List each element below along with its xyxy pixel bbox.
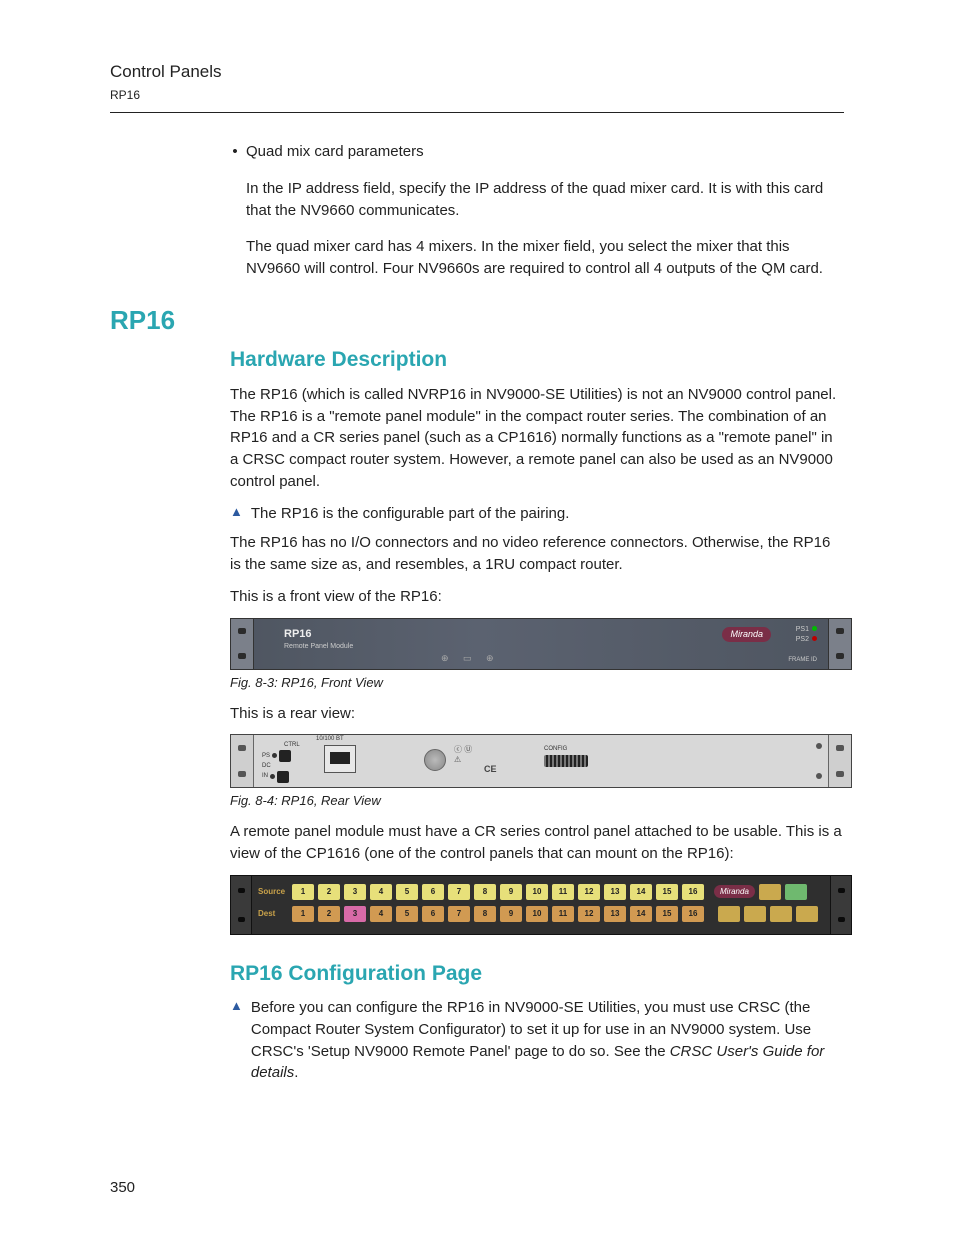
cp-dest-button: 7 bbox=[448, 906, 470, 922]
fan-icon bbox=[424, 749, 446, 771]
cp-aux-btn bbox=[785, 884, 807, 900]
header-sub: RP16 bbox=[110, 87, 844, 104]
cp-source-button: 7 bbox=[448, 884, 470, 900]
cp-dest-button: 2 bbox=[318, 906, 340, 922]
cp-dest-button: 5 bbox=[396, 906, 418, 922]
cp-source-button: 2 bbox=[318, 884, 340, 900]
front-device-sub: Remote Panel Module bbox=[284, 642, 353, 652]
cp-aux-btn bbox=[718, 906, 740, 922]
page-number: 350 bbox=[110, 1177, 135, 1199]
front-frameid: FRAME ID bbox=[788, 656, 817, 665]
cp-source-button: 8 bbox=[474, 884, 496, 900]
front-device-label: RP16 bbox=[284, 627, 353, 643]
ce-mark: CE bbox=[484, 763, 497, 776]
cp-source-button: 15 bbox=[656, 884, 678, 900]
cp-dest-button: 6 bbox=[422, 906, 444, 922]
rack-ear-left bbox=[231, 619, 254, 669]
front-leds: PS1 PS2 bbox=[796, 625, 817, 645]
triangle-icon: ▲ bbox=[230, 503, 243, 525]
cp-dest-button: 1 bbox=[292, 906, 314, 922]
fig1-caption: Fig. 8-3: RP16, Front View bbox=[230, 674, 844, 693]
intro-p2: The quad mixer card has 4 mixers. In the… bbox=[246, 236, 844, 280]
rear-ear-right bbox=[828, 735, 851, 787]
cp-dest-button: 16 bbox=[682, 906, 704, 922]
cp-dest-button: 11 bbox=[552, 906, 574, 922]
cp-source-button: 11 bbox=[552, 884, 574, 900]
fig-rp16-front: RP16 Remote Panel Module ⊕ ▭ ⊕ Miranda P… bbox=[230, 618, 844, 670]
hw-p3: This is a front view of the RP16: bbox=[230, 586, 844, 608]
cp-source-button: 3 bbox=[344, 884, 366, 900]
section-title: RP16 bbox=[110, 302, 844, 340]
fig2-caption: Fig. 8-4: RP16, Rear View bbox=[230, 792, 844, 811]
cp-source-button: 6 bbox=[422, 884, 444, 900]
note-1: ▲ The RP16 is the configurable part of t… bbox=[230, 503, 844, 525]
brand-badge: Miranda bbox=[722, 627, 771, 642]
hw-heading: Hardware Description bbox=[230, 345, 844, 375]
hw-p4: This is a rear view: bbox=[230, 703, 844, 725]
cp-dest-button: 3 bbox=[344, 906, 366, 922]
note-1-text: The RP16 is the configurable part of the… bbox=[251, 503, 570, 525]
cp-aux-btn bbox=[744, 906, 766, 922]
cp-source-button: 1 bbox=[292, 884, 314, 900]
cp-brand: Miranda bbox=[714, 885, 755, 899]
front-center-icons: ⊕ ▭ ⊕ bbox=[441, 652, 500, 665]
bullet-dot-icon: • bbox=[230, 141, 240, 163]
hw-p2: The RP16 has no I/O connectors and no vi… bbox=[230, 532, 844, 576]
config-port: CONFIG bbox=[544, 745, 588, 767]
cp-dest-button: 9 bbox=[500, 906, 522, 922]
rack-ear-right bbox=[828, 619, 851, 669]
bullet-text: Quad mix card parameters bbox=[246, 141, 424, 163]
cfg-note: ▲ Before you can configure the RP16 in N… bbox=[230, 997, 844, 1084]
cp-dest-label: Dest bbox=[258, 908, 288, 920]
cp-dest-button: 12 bbox=[578, 906, 600, 922]
cp-dest-button: 13 bbox=[604, 906, 626, 922]
cp-source-row: Source 12345678910111213141516 Miranda bbox=[258, 881, 824, 903]
cp-source-button: 5 bbox=[396, 884, 418, 900]
header-rule bbox=[110, 112, 844, 113]
running-header: Control Panels RP16 bbox=[110, 60, 844, 113]
cp-dest-button: 4 bbox=[370, 906, 392, 922]
header-title: Control Panels bbox=[110, 60, 844, 85]
fig-cp1616: Source 12345678910111213141516 Miranda D… bbox=[230, 875, 844, 935]
cp-source-button: 16 bbox=[682, 884, 704, 900]
cp-dest-row: Dest 12345678910111213141516 bbox=[258, 903, 824, 925]
cfg-heading: RP16 Configuration Page bbox=[230, 959, 844, 989]
intro-p1: In the IP address field, specify the IP … bbox=[246, 178, 844, 222]
rear-ear-left bbox=[231, 735, 254, 787]
cp-source-button: 9 bbox=[500, 884, 522, 900]
bullet-item: • Quad mix card parameters bbox=[230, 141, 844, 163]
cp-source-button: 10 bbox=[526, 884, 548, 900]
hw-p1: The RP16 (which is called NVRP16 in NV90… bbox=[230, 384, 844, 493]
cp-dest-button: 15 bbox=[656, 906, 678, 922]
cp-source-label: Source bbox=[258, 886, 288, 898]
cp-source-button: 14 bbox=[630, 884, 652, 900]
hw-p5: A remote panel module must have a CR ser… bbox=[230, 821, 844, 865]
cp-dest-button: 14 bbox=[630, 906, 652, 922]
triangle-icon: ▲ bbox=[230, 997, 243, 1084]
cp-source-button: 4 bbox=[370, 884, 392, 900]
fig-rp16-rear: CTRL PS DC IN 10/100 BT ⓒ Ⓤ⚠ CE CONFIG bbox=[230, 734, 844, 788]
cp-aux-btn bbox=[759, 884, 781, 900]
cp-source-button: 12 bbox=[578, 884, 600, 900]
cp-source-button: 13 bbox=[604, 884, 626, 900]
cp-dest-button: 8 bbox=[474, 906, 496, 922]
cfg-note-text: Before you can configure the RP16 in NV9… bbox=[251, 997, 844, 1084]
power-block: CTRL PS DC IN bbox=[262, 741, 308, 781]
cp-aux-btn bbox=[796, 906, 818, 922]
cp-aux-btn bbox=[770, 906, 792, 922]
cp-dest-button: 10 bbox=[526, 906, 548, 922]
cp-ear-right bbox=[830, 876, 851, 934]
ethernet-port-icon bbox=[324, 745, 356, 773]
cp-ear-left bbox=[231, 876, 252, 934]
cert-icons: ⓒ Ⓤ⚠ bbox=[454, 745, 472, 765]
eth-label: 10/100 BT bbox=[316, 735, 344, 744]
